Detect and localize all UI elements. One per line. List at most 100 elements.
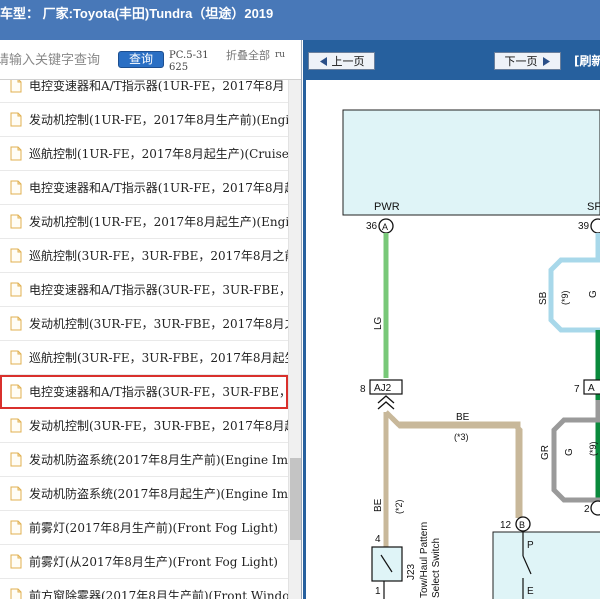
document-icon — [10, 80, 22, 93]
previous-page-button[interactable]: 上一页 — [308, 52, 375, 70]
tree-item-label: 电控变速器和A/T指示器(3UR-FE，3UR-FBE，2 — [29, 385, 288, 399]
document-icon — [10, 180, 22, 195]
document-icon — [10, 350, 22, 365]
tree-item-label: 发动机控制(3UR-FE，3UR-FBE，2017年8月之 — [29, 317, 288, 331]
wire-be-note: (*3) — [454, 432, 469, 442]
document-icon — [10, 418, 22, 433]
tree-item[interactable]: 发动机防盗系统(2017年8月生产前)(Engine Imm — [0, 443, 288, 477]
truncated-toolbar-label: ru — [275, 50, 286, 60]
document-icon — [10, 316, 22, 331]
document-icon — [10, 486, 22, 501]
connector-b-label: B — [519, 520, 525, 530]
tree-item-label: 电控变速器和A/T指示器(1UR-FE，2017年8月 — [29, 80, 285, 93]
wire-sb — [548, 233, 600, 333]
document-icon — [10, 588, 22, 599]
tree-item[interactable]: 前雾灯(从2017年8月生产)(Front Fog Light) — [0, 545, 288, 579]
document-icon — [10, 112, 22, 127]
pin-12: 12 — [500, 520, 512, 531]
tree-item[interactable]: 巡航控制(3UR-FE，3UR-FBE，2017年8月之前 — [0, 239, 288, 273]
tree-item-label: 发动机控制(3UR-FE，3UR-FBE，2017年8月起 — [29, 419, 288, 433]
wire-gr-label: GR — [540, 445, 551, 460]
wire-be-note-2: (*2) — [394, 499, 404, 514]
tree-item-label: 前雾灯(2017年8月生产前)(Front Fog Light) — [29, 521, 278, 535]
search-bar: 查询 PC.5-31625 折叠全部 ru — [0, 40, 301, 80]
wire-be-label-2: BE — [373, 498, 384, 512]
wiring-diagram-svg: PWR SFT 36 A 39 LG SB (*9) G 8 AJ2 7 — [342, 109, 600, 599]
next-page-button[interactable]: 下一页 — [494, 52, 561, 70]
document-icon — [10, 248, 22, 263]
wire-sb-note: (*9) — [560, 290, 570, 305]
pin-8: 8 — [360, 384, 366, 395]
wire-lg-label: LG — [373, 316, 384, 330]
refresh-link[interactable]: [刷新 — [574, 52, 600, 69]
document-icon — [10, 146, 22, 161]
ecu-block — [342, 109, 600, 216]
wiring-diagram: PWR SFT 36 A 39 LG SB (*9) G 8 AJ2 7 — [306, 80, 600, 599]
document-tree[interactable]: 电控变速器和A/T指示器(1UR-FE，2017年8月 发动机控制(1UR-FE，… — [0, 80, 288, 599]
tree-item[interactable]: 发动机控制(1UR-FE，2017年8月起生产)(Engin — [0, 205, 288, 239]
document-icon — [10, 282, 22, 297]
tree-item-label: 电控变速器和A/T指示器(3UR-FE，3UR-FBE， — [29, 283, 288, 297]
tree-item-label: 发动机防盗系统(2017年8月起生产)(Engine Imm — [29, 487, 288, 501]
pwr-terminal-label: PWR — [374, 201, 400, 213]
document-icon — [10, 384, 22, 399]
switch-e-label: E — [527, 586, 534, 597]
switch-j23-name-2: Select Switch — [431, 538, 442, 598]
junction-right-label: A — [588, 383, 595, 394]
document-icon — [10, 520, 22, 535]
switch-p-label: P — [527, 540, 534, 551]
document-viewer: 上一页 下一页 [刷新 PWR SFT 36 A 39 LG SB (*9) — [303, 40, 600, 599]
arrow-right-icon — [542, 56, 550, 66]
wire-g-label-2: G — [564, 448, 575, 456]
tree-item[interactable]: 发动机控制(1UR-FE，2017年8月生产前)(Engi — [0, 103, 288, 137]
sft-terminal-label: SFT — [587, 201, 600, 213]
document-icon — [10, 452, 22, 467]
arrow-left-icon — [319, 56, 327, 66]
tree-item-label: 发动机防盗系统(2017年8月生产前)(Engine Imm — [29, 453, 288, 467]
tree-item[interactable]: 电控变速器和A/T指示器(3UR-FE，3UR-FBE， — [0, 273, 288, 307]
tree-item-label: 巡航控制(3UR-FE，3UR-FBE，2017年8月起生 — [29, 351, 288, 365]
document-icon — [10, 554, 22, 569]
wire-be-label-1: BE — [456, 412, 470, 423]
connector-a-pin-2 — [590, 500, 600, 516]
window-title: 车型： 厂家:Toyota(丰田)Tundra（坦途）2019 — [0, 6, 274, 21]
collapse-all-button[interactable]: 折叠全部 — [226, 50, 270, 62]
tree-item[interactable]: 巡航控制(3UR-FE，3UR-FBE，2017年8月起生 — [0, 341, 288, 375]
tree-item-label: 发动机控制(1UR-FE，2017年8月生产前)(Engi — [29, 113, 288, 127]
pin-1: 1 — [375, 586, 381, 597]
pin-39: 39 — [578, 221, 590, 232]
tree-item[interactable]: 前方窗除雾器(2017年8月生产前)(Front Windo — [0, 579, 288, 599]
tree-item[interactable]: 发动机防盗系统(2017年8月起生产)(Engine Imm — [0, 477, 288, 511]
tree-item-label: 电控变速器和A/T指示器(1UR-FE，2017年8月起 — [29, 181, 288, 195]
tree-item[interactable]: 电控变速器和A/T指示器(1UR-FE，2017年8月 — [0, 80, 288, 103]
pc-code-label: PC.5-31625 — [169, 50, 209, 73]
tree-item[interactable]: 发动机控制(3UR-FE，3UR-FBE，2017年8月之 — [0, 307, 288, 341]
tree-item[interactable]: 巡航控制(1UR-FE，2017年8月起生产)(Cruise C — [0, 137, 288, 171]
connector-a-label-1: A — [382, 222, 388, 232]
document-icon — [10, 214, 22, 229]
lower-component-block — [492, 531, 600, 599]
pin-4: 4 — [375, 534, 381, 545]
document-tree-list: 电控变速器和A/T指示器(1UR-FE，2017年8月 发动机控制(1UR-FE，… — [0, 80, 288, 599]
wire-sb-label: SB — [538, 291, 549, 305]
tree-item[interactable]: 电控变速器和A/T指示器(1UR-FE，2017年8月起 — [0, 171, 288, 205]
tree-item-label: 前雾灯(从2017年8月生产)(Front Fog Light) — [29, 555, 278, 569]
tree-item-label: 前方窗除雾器(2017年8月生产前)(Front Windo — [29, 589, 288, 599]
tree-item[interactable]: 发动机控制(3UR-FE，3UR-FBE，2017年8月起 — [0, 409, 288, 443]
wire-g-label-1: G — [588, 290, 599, 298]
tree-item[interactable]: 前雾灯(2017年8月生产前)(Front Fog Light) — [0, 511, 288, 545]
junction-aj2-chevron — [377, 395, 395, 410]
tree-item-label: 巡航控制(3UR-FE，3UR-FBE，2017年8月之前 — [29, 249, 288, 263]
search-input[interactable] — [0, 50, 108, 70]
pin-7: 7 — [574, 384, 580, 395]
switch-j23-name-1: Tow/Haul Pattern — [419, 522, 430, 598]
query-button[interactable]: 查询 — [118, 51, 164, 68]
tree-item-label: 巡航控制(1UR-FE，2017年8月起生产)(Cruise C — [29, 147, 288, 161]
pin-36: 36 — [366, 221, 378, 232]
tree-item[interactable]: 电控变速器和A/T指示器(3UR-FE，3UR-FBE，2 — [0, 375, 288, 409]
window-title-bar: 车型： 厂家:Toyota(丰田)Tundra（坦途）2019 — [0, 0, 600, 40]
next-page-label: 下一页 — [504, 55, 538, 68]
tree-scrollbar-thumb[interactable] — [290, 458, 301, 540]
navigation-pane: 查询 PC.5-31625 折叠全部 ru 电控变速器和A/T指示器(1UR-F… — [0, 40, 302, 599]
tree-scrollbar[interactable] — [288, 80, 301, 599]
